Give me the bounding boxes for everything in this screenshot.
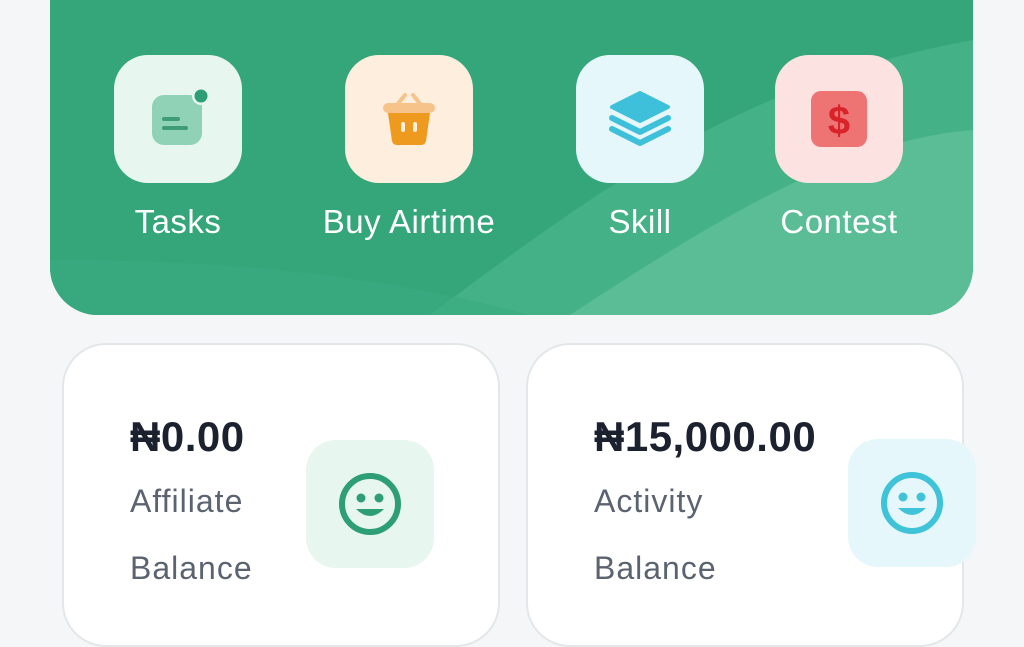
dollar-icon: $ bbox=[811, 91, 867, 147]
basket-icon bbox=[383, 93, 435, 145]
skill-button[interactable]: Skill bbox=[530, 55, 750, 241]
affiliate-balance-amount: ₦0.00 bbox=[130, 413, 245, 460]
affiliate-caption-line2: Balance bbox=[130, 550, 253, 586]
layers-icon bbox=[609, 91, 671, 146]
activity-caption-line2: Balance bbox=[594, 550, 717, 586]
affiliate-balance-card[interactable]: ₦0.00 Affiliate Balance bbox=[62, 343, 500, 647]
tasks-tile[interactable] bbox=[114, 55, 242, 183]
buy-airtime-label: Buy Airtime bbox=[322, 203, 496, 240]
tasks-icon bbox=[152, 87, 210, 145]
activity-balance-amount: ₦15,000.00 bbox=[594, 413, 817, 460]
tasks-button[interactable]: Tasks bbox=[68, 55, 288, 241]
activity-caption-line1: Activity bbox=[594, 483, 704, 519]
smile-icon bbox=[339, 473, 401, 535]
skill-tile[interactable] bbox=[576, 55, 704, 183]
tasks-label: Tasks bbox=[134, 203, 222, 240]
buy-airtime-tile[interactable] bbox=[345, 55, 473, 183]
affiliate-caption-line1: Affiliate bbox=[130, 483, 244, 519]
quick-actions-panel: Tasks Buy Airtime Skill $ Contest bbox=[50, 0, 973, 315]
affiliate-icon-tile bbox=[306, 440, 434, 568]
buy-airtime-button[interactable]: Buy Airtime bbox=[299, 55, 519, 241]
smile-icon bbox=[881, 472, 943, 534]
contest-button[interactable]: $ Contest bbox=[729, 55, 949, 241]
contest-tile[interactable]: $ bbox=[775, 55, 903, 183]
skill-label: Skill bbox=[608, 203, 672, 240]
svg-text:$: $ bbox=[828, 99, 850, 143]
activity-icon-tile bbox=[848, 439, 976, 567]
contest-label: Contest bbox=[780, 203, 898, 240]
